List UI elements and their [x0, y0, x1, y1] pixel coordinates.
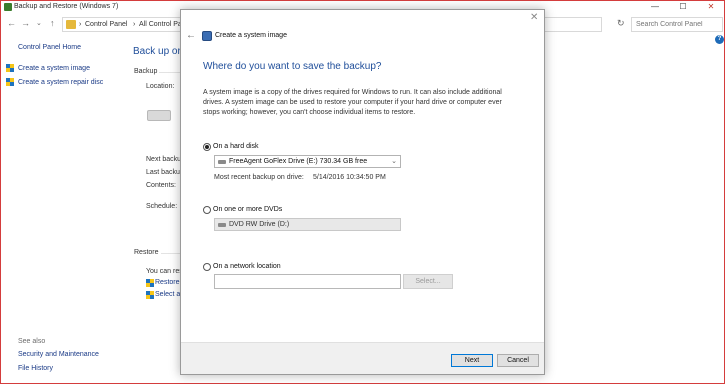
maximize-button[interactable]: ☐: [669, 1, 697, 13]
restore-description: You can res: [146, 268, 183, 275]
dialog-title: Create a system image: [215, 32, 287, 39]
network-location-radio[interactable]: [203, 263, 211, 271]
refresh-icon[interactable]: ↻: [617, 18, 625, 29]
windows-shield-icon: [146, 291, 154, 300]
breadcrumb-all-control-panel[interactable]: All Control Pa: [139, 21, 182, 28]
dialog-heading: Where do you want to save the backup?: [203, 61, 382, 72]
location-label: Location:: [146, 83, 175, 90]
network-location-input[interactable]: [214, 274, 401, 289]
dvd-drive-icon: [218, 223, 226, 227]
minimize-button[interactable]: —: [641, 1, 669, 13]
dialog-description: A system image is a copy of the drives r…: [203, 89, 502, 116]
see-also-heading: See also: [18, 338, 46, 345]
back-arrow-icon[interactable]: ←: [7, 18, 16, 28]
hard-disk-label[interactable]: On a hard disk: [213, 143, 259, 150]
select-network-button[interactable]: Select...: [403, 274, 453, 289]
recent-backup-value: 5/14/2016 10:34:50 PM: [313, 174, 386, 181]
dialog-close-icon[interactable]: ✕: [530, 12, 538, 23]
breadcrumb-control-panel[interactable]: Control Panel: [85, 21, 127, 28]
backup-app-icon: [4, 3, 12, 11]
dvd-radio[interactable]: [203, 206, 211, 214]
cancel-button[interactable]: Cancel: [497, 354, 539, 367]
hard-disk-radio[interactable]: [203, 143, 211, 151]
next-button[interactable]: Next: [451, 354, 493, 367]
forward-arrow-icon[interactable]: →: [21, 18, 30, 28]
close-window-button[interactable]: ✕: [697, 1, 725, 13]
recent-locations-chevron-icon[interactable]: ⌄: [36, 19, 42, 27]
create-repair-disc-link[interactable]: Create a system repair disc: [18, 79, 103, 86]
page-title: Back up or: [133, 46, 181, 57]
group-divider: [159, 72, 181, 73]
window-title: Backup and Restore (Windows 7): [14, 3, 119, 10]
search-input[interactable]: [632, 18, 722, 31]
create-system-image-dialog: ✕ ← Create a system image Where do you w…: [180, 9, 545, 375]
restore-link[interactable]: Restore: [155, 279, 180, 286]
dvd-label[interactable]: On one or more DVDs: [213, 206, 282, 213]
hard-drive-icon: [218, 160, 226, 164]
backup-drive-icon: [147, 110, 171, 121]
search-box[interactable]: [631, 17, 723, 32]
dvd-drive-select[interactable]: DVD RW Drive (D:): [214, 218, 401, 231]
network-location-label[interactable]: On a network location: [213, 263, 281, 270]
breadcrumb-separator-icon: ›: [79, 21, 82, 28]
group-divider: [161, 253, 181, 254]
schedule-label: Schedule:: [146, 203, 178, 210]
security-maintenance-link[interactable]: Security and Maintenance: [18, 351, 99, 358]
breadcrumb-separator-icon: ›: [133, 21, 136, 28]
control-panel-icon: [66, 20, 76, 29]
hard-disk-drive-select[interactable]: FreeAgent GoFlex Drive (E:) 730.34 GB fr…: [214, 155, 401, 168]
dialog-footer: Next Cancel: [181, 342, 544, 374]
help-icon[interactable]: ?: [715, 35, 724, 44]
windows-shield-icon: [6, 64, 14, 73]
contents-label: Contents:: [146, 182, 176, 189]
file-history-link[interactable]: File History: [18, 365, 53, 372]
restore-group-title: Restore: [134, 249, 159, 256]
chevron-down-icon: ⌄: [391, 158, 397, 165]
up-arrow-icon[interactable]: ↑: [50, 18, 55, 28]
selected-hard-drive: FreeAgent GoFlex Drive (E:) 730.34 GB fr…: [229, 158, 368, 165]
windows-shield-icon: [146, 279, 154, 288]
backup-group-title: Backup: [134, 68, 158, 75]
create-system-image-link[interactable]: Create a system image: [18, 65, 90, 72]
system-image-icon: [202, 31, 212, 41]
recent-backup-label: Most recent backup on drive:: [214, 174, 304, 181]
windows-shield-icon: [6, 78, 14, 87]
dialog-back-arrow-icon[interactable]: ←: [186, 30, 196, 41]
control-panel-home-link[interactable]: Control Panel Home: [18, 44, 81, 51]
selected-dvd-drive: DVD RW Drive (D:): [229, 221, 290, 228]
last-backup-label: Last backup: [146, 169, 184, 176]
